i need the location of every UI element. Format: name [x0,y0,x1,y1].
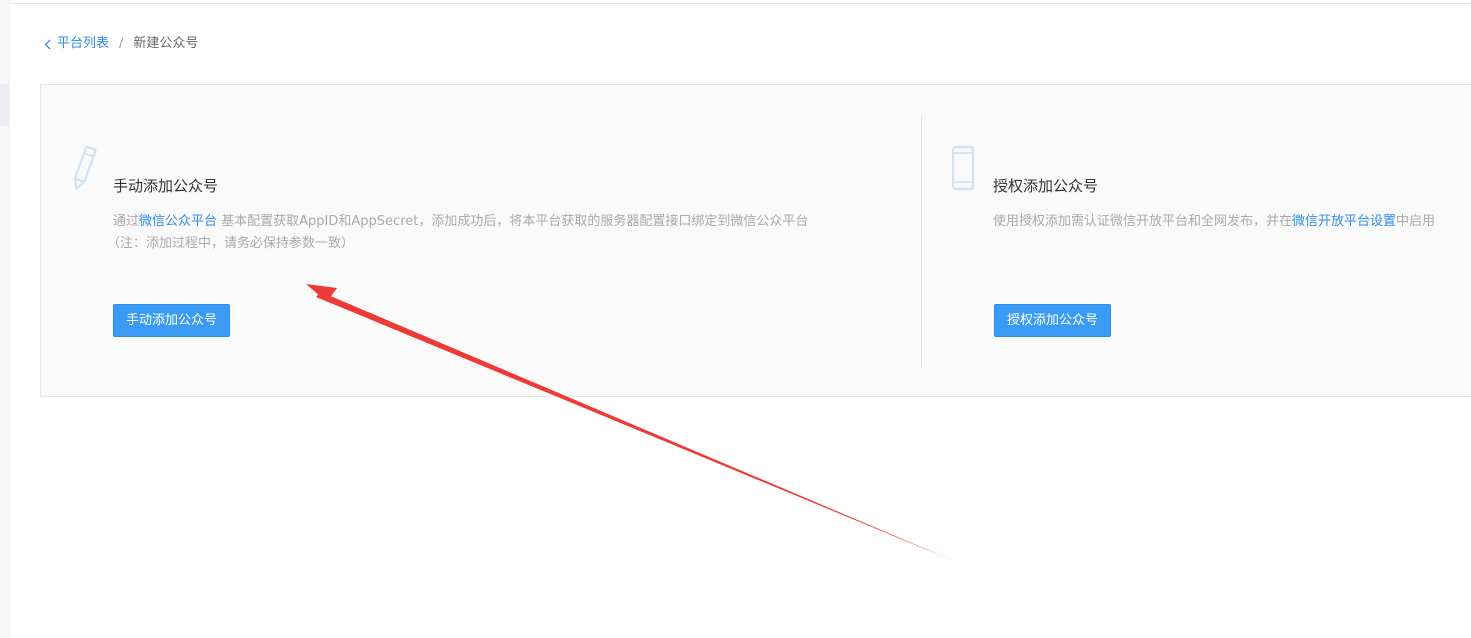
wechat-mp-link[interactable]: 微信公众平台 [139,214,217,229]
breadcrumb-back-link[interactable]: 平台列表 [44,35,109,53]
add-account-panel: 手动添加公众号 通过微信公众平台 基本配置获取AppID和AppSecret，添… [40,84,1471,397]
phone-icon [951,145,975,191]
breadcrumb: 平台列表 / 新建公众号 [44,35,198,53]
auth-card-description: 使用授权添加需认证微信开放平台和全网发布，并在微信开放平台设置中启用 [993,211,1435,233]
manual-card-title: 手动添加公众号 [113,177,219,195]
breadcrumb-separator: / [119,36,124,51]
header-divider [9,3,1471,4]
wechat-open-platform-link[interactable]: 微信开放平台设置 [1292,214,1396,229]
auth-card-title: 授权添加公众号 [993,177,1099,195]
sidebar-active-tab[interactable] [0,84,9,126]
auth-desc-prefix: 使用授权添加需认证微信开放平台和全网发布，并在 [993,214,1293,229]
auth-add-button[interactable]: 授权添加公众号 [994,304,1112,337]
sidebar-edge [0,0,10,638]
breadcrumb-back-label[interactable]: 平台列表 [57,35,109,53]
manual-desc-prefix: 通过 [113,214,140,229]
manual-card-note: （注：添加过程中，请务必保持参数一致） [107,236,355,251]
manual-desc-suffix: 基本配置获取AppID和AppSecret，添加成功后，将本平台获取的服务器配置… [217,214,809,229]
chevron-left-icon [44,39,51,49]
auth-desc-suffix: 中启用 [1396,214,1436,229]
breadcrumb-current: 新建公众号 [133,36,199,51]
manual-card-description: 通过微信公众平台 基本配置获取AppID和AppSecret，添加成功后，将本平… [113,211,808,233]
card-divider [921,115,922,368]
pencil-icon [73,145,97,190]
manual-add-button[interactable]: 手动添加公众号 [113,304,231,337]
